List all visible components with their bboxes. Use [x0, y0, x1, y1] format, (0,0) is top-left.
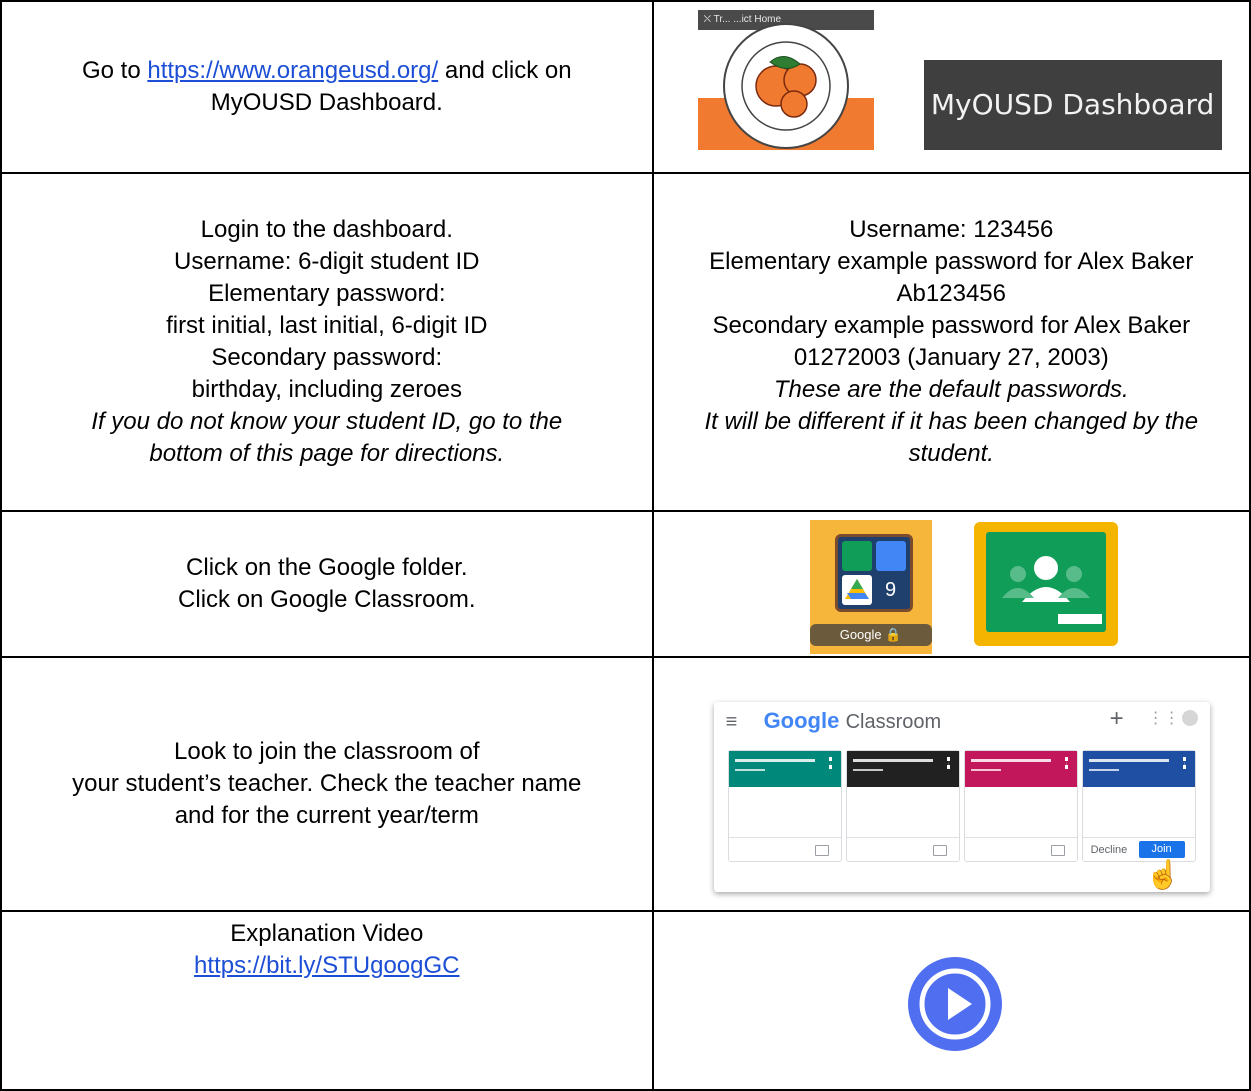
seal-icon: [722, 23, 849, 149]
join-step-line: Look to join the classroom of: [174, 738, 480, 765]
class-card-header: [964, 751, 1077, 787]
hand-cursor-icon: ☝: [1145, 859, 1181, 890]
class-card-header: [1082, 751, 1195, 787]
step-text: Go to https://www.orangeusd.org/ and cli…: [81, 57, 572, 84]
example-line: Secondary example password for Alex Bake…: [712, 312, 1191, 339]
row-video: Explanation Video https://bit.ly/STUgoog…: [0, 910, 1251, 1091]
board-ledge: [1057, 614, 1102, 624]
folder-count: 9: [885, 579, 897, 601]
video-link[interactable]: https://bit.ly/STUgoogGC: [16, 950, 638, 982]
menu-icon[interactable]: ≡: [726, 712, 738, 732]
drive-tile-icon: [841, 575, 872, 605]
login-line: Login to the dashboard.: [200, 216, 453, 243]
class-card[interactable]: [845, 750, 960, 862]
classroom-screenshot: ≡ Google Classroom + ⋮⋮⋮ Decline Join ☝: [713, 702, 1210, 892]
example-line: Elementary example password for Alex Bak…: [709, 248, 1194, 275]
row-join-classroom: Look to join the classroom of your stude…: [0, 656, 1251, 912]
google-step-line: Click on Google Classroom.: [178, 586, 476, 613]
classroom-wordmark: Classroom: [845, 711, 942, 733]
example-note: These are the default passwords.: [773, 376, 1129, 403]
google-wordmark: Google: [763, 708, 840, 733]
login-note: If you do not know your student ID, go t…: [91, 408, 563, 435]
class-card-invite[interactable]: Decline Join: [1081, 750, 1196, 862]
row-google-folder: Click on the Google folder. Click on Goo…: [0, 510, 1251, 658]
example-line: Username: 123456: [849, 216, 1054, 243]
decline-button[interactable]: Decline: [1091, 842, 1128, 858]
join-step-line: and for the current year/term: [174, 802, 479, 829]
video-title: Explanation Video: [230, 920, 424, 947]
class-card[interactable]: [963, 750, 1078, 862]
google-folder-icon[interactable]: 9 Google 🔒: [809, 520, 932, 654]
join-step-line: your student’s teacher. Check the teache…: [72, 770, 582, 797]
folder-icon[interactable]: [1050, 845, 1065, 856]
classroom-tile-icon: [841, 541, 872, 571]
image-cell: 9 Google 🔒: [651, 510, 1251, 658]
login-line: first initial, last initial, 6-digit ID: [166, 312, 488, 339]
add-class-button[interactable]: +: [1110, 706, 1124, 732]
step-cell: Explanation Video https://bit.ly/STUgoog…: [0, 910, 654, 1091]
step-cell: Go to https://www.orangeusd.org/ and cli…: [0, 0, 654, 174]
step-cell: Login to the dashboard. Username: 6-digi…: [0, 172, 654, 512]
district-seal-logo: ⛌ Tr... ...ict Home: [697, 10, 874, 150]
login-line: Username: 6-digit student ID: [174, 248, 480, 275]
avatar[interactable]: [1181, 710, 1198, 726]
orangeusd-link[interactable]: https://www.orangeusd.org/: [147, 57, 438, 84]
step-cell: Click on the Google folder. Click on Goo…: [0, 510, 654, 658]
login-line: birthday, including zeroes: [191, 376, 462, 403]
folder-icon[interactable]: [814, 845, 829, 856]
step-text-line2: MyOUSD Dashboard.: [210, 89, 443, 116]
login-line: Secondary password:: [211, 344, 443, 371]
folder-icon[interactable]: [932, 845, 947, 856]
example-line: Ab123456: [896, 280, 1006, 307]
google-step-line: Click on the Google folder.: [186, 554, 468, 581]
class-card[interactable]: [727, 750, 842, 862]
myousd-dashboard-button[interactable]: MyOUSD Dashboard: [923, 60, 1222, 150]
example-note: It will be different if it has been chan…: [704, 408, 1199, 435]
image-cell: ⛌ Tr... ...ict Home MyOUSD Dashboard: [651, 0, 1251, 174]
docs-tile-icon: [875, 541, 906, 571]
join-button[interactable]: Join: [1138, 841, 1185, 858]
class-card-header: [728, 751, 841, 787]
image-cell: ≡ Google Classroom + ⋮⋮⋮ Decline Join ☝: [651, 656, 1251, 912]
play-icon[interactable]: [907, 956, 1002, 1051]
image-cell: [651, 910, 1251, 1091]
example-cell: Username: 123456 Elementary example pass…: [651, 172, 1251, 512]
login-note: bottom of this page for directions.: [149, 440, 505, 467]
row-login: Login to the dashboard. Username: 6-digi…: [0, 172, 1251, 512]
class-card-header: [846, 751, 959, 787]
login-line: Elementary password:: [208, 280, 446, 307]
step-cell: Look to join the classroom of your stude…: [0, 656, 654, 912]
google-classroom-icon[interactable]: [973, 522, 1118, 646]
example-note: student.: [908, 440, 994, 467]
row-go-to-site: Go to https://www.orangeusd.org/ and cli…: [0, 0, 1251, 174]
example-line: 01272003 (January 27, 2003): [793, 344, 1109, 371]
folder-label: Google 🔒: [809, 624, 932, 646]
instructions-table: Go to https://www.orangeusd.org/ and cli…: [0, 0, 1251, 1091]
